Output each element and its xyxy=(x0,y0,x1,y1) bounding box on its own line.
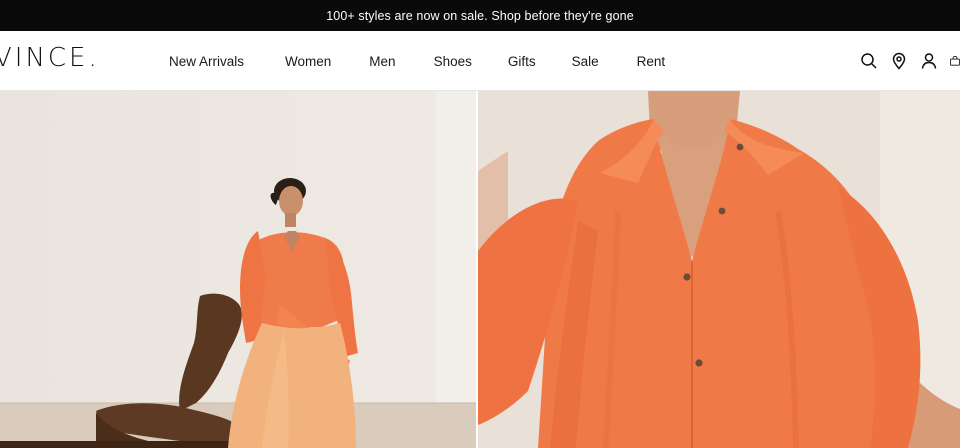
nav-sale[interactable]: Sale xyxy=(572,54,599,69)
hero-image-left[interactable] xyxy=(0,91,476,448)
hero-banner xyxy=(0,91,960,448)
brand-logo[interactable]: VINCE. xyxy=(0,43,100,73)
hero-image-right[interactable] xyxy=(478,91,960,448)
shopping-bag-icon[interactable] xyxy=(950,52,960,70)
nav-shoes[interactable]: Shoes xyxy=(434,54,472,69)
site-header: VINCE. New Arrivals Women Men Shoes Gift… xyxy=(0,31,960,91)
promo-banner[interactable]: 100+ styles are now on sale. Shop before… xyxy=(0,0,960,31)
nav-new-arrivals[interactable]: New Arrivals xyxy=(169,54,244,69)
location-pin-icon[interactable] xyxy=(890,52,908,70)
nav-rent[interactable]: Rent xyxy=(637,54,666,69)
nav-women[interactable]: Women xyxy=(285,54,331,69)
nav-gifts[interactable]: Gifts xyxy=(508,54,536,69)
main-nav: New Arrivals Women Men Shoes Gifts Sale … xyxy=(169,31,665,91)
header-actions xyxy=(860,31,960,91)
search-icon[interactable] xyxy=(860,52,878,70)
nav-men[interactable]: Men xyxy=(369,54,395,69)
account-icon[interactable] xyxy=(920,52,938,70)
promo-text[interactable]: 100+ styles are now on sale. Shop before… xyxy=(326,9,634,23)
